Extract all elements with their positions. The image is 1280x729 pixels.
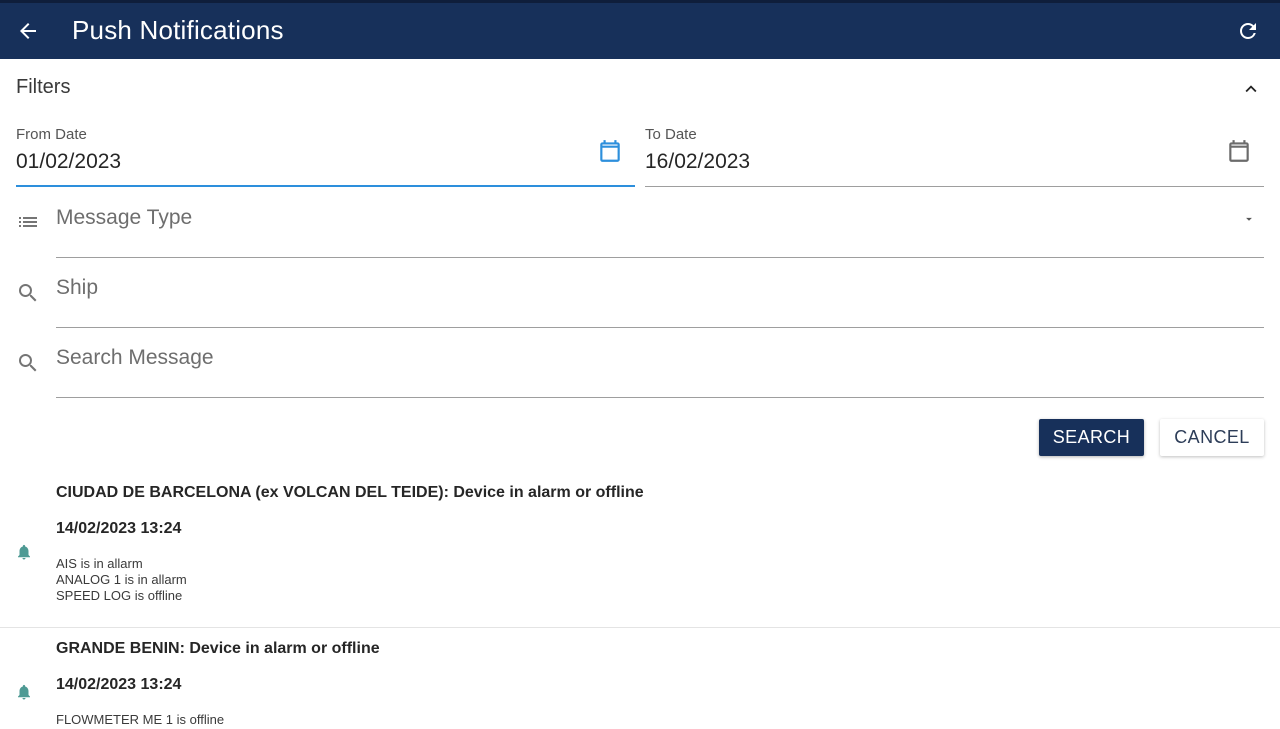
notification-item[interactable]: GRANDE BENIN: Device in alarm or offline…: [0, 636, 1280, 729]
notification-line: ANALOG 1 is in allarm: [56, 572, 187, 587]
search-message-input[interactable]: Search Message: [56, 334, 1264, 398]
notification-date: 14/02/2023 13:24: [56, 676, 182, 693]
notification-line: FLOWMETER ME 1 is offline: [56, 712, 225, 727]
to-date-label: To Date: [645, 126, 697, 143]
notification-item[interactable]: CIUDAD DE BARCELONA (ex VOLCAN DEL TEIDE…: [0, 480, 1280, 627]
calendar-icon[interactable]: [597, 138, 623, 164]
ship-input[interactable]: Ship: [56, 264, 1264, 328]
ship-placeholder: Ship: [56, 276, 99, 299]
notification-line: SPEED LOG is offline: [56, 588, 183, 603]
list-icon: [19, 217, 37, 227]
to-date-value[interactable]: 16/02/2023: [645, 150, 750, 174]
search-icon: [19, 284, 37, 302]
notification-title: GRANDE BENIN: Device in alarm or offline: [56, 640, 380, 657]
bell-icon: [18, 684, 30, 700]
bell-icon: [18, 544, 30, 560]
filters-title: Filters: [16, 76, 71, 98]
notification-date: 14/02/2023 13:24: [56, 520, 182, 537]
search-icon: [19, 354, 37, 372]
to-date-field[interactable]: To Date 16/02/2023: [645, 124, 1264, 187]
from-date-label: From Date: [16, 126, 87, 143]
search-button[interactable]: SEARCH: [1039, 419, 1144, 456]
notification-title: CIUDAD DE BARCELONA (ex VOLCAN DEL TEIDE…: [56, 484, 644, 501]
cancel-button[interactable]: CANCEL: [1160, 419, 1264, 456]
from-date-value[interactable]: 01/02/2023: [16, 150, 121, 174]
arrow-back-icon[interactable]: [16, 19, 40, 43]
page-title: Push Notifications: [72, 15, 284, 45]
divider: [0, 627, 1280, 628]
chevron-up-icon[interactable]: [1240, 78, 1262, 100]
app-bar: Push Notifications: [0, 0, 1280, 59]
dropdown-caret-icon[interactable]: [1242, 212, 1256, 226]
message-type-select[interactable]: Message Type: [56, 194, 1264, 258]
message-type-placeholder: Message Type: [56, 206, 193, 229]
notification-line: AIS is in allarm: [56, 556, 143, 571]
search-message-placeholder: Search Message: [56, 346, 214, 369]
calendar-icon[interactable]: [1226, 138, 1252, 164]
refresh-icon[interactable]: [1236, 19, 1260, 43]
from-date-field[interactable]: From Date 01/02/2023: [16, 124, 635, 187]
